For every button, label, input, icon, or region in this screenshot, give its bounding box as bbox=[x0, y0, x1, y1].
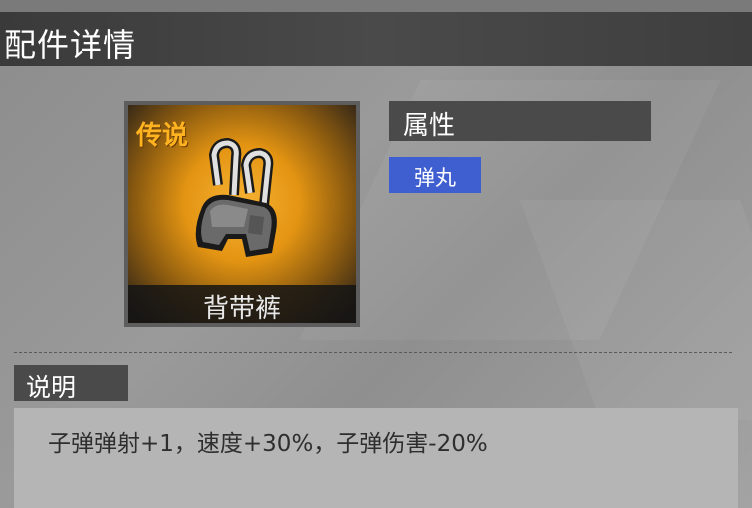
section-divider bbox=[14, 352, 732, 353]
description-text: 子弹弹射+1，速度+30%，子弹伤害-20% bbox=[48, 431, 488, 457]
item-name-band: 背带裤 bbox=[128, 285, 356, 323]
item-name: 背带裤 bbox=[202, 294, 281, 323]
top-strip bbox=[0, 0, 752, 12]
page-title: 配件详情 bbox=[4, 26, 137, 64]
item-card-inner: 传说 背带裤 bbox=[128, 105, 356, 323]
attribute-tag-label: 弹丸 bbox=[414, 166, 456, 190]
attributes-label: 属性 bbox=[403, 111, 456, 141]
item-card[interactable]: 传说 背带裤 bbox=[124, 101, 360, 327]
overalls-icon bbox=[195, 137, 277, 257]
rarity-label: 传说 bbox=[136, 121, 189, 151]
description-header: 说明 bbox=[14, 365, 128, 402]
description-box: 子弹弹射+1，速度+30%，子弹伤害-20% bbox=[14, 408, 738, 508]
attributes-header: 属性 bbox=[389, 101, 651, 141]
description-label: 说明 bbox=[26, 373, 77, 402]
title-bar: 配件详情 bbox=[0, 12, 752, 66]
attribute-tag: 弹丸 bbox=[389, 157, 481, 193]
